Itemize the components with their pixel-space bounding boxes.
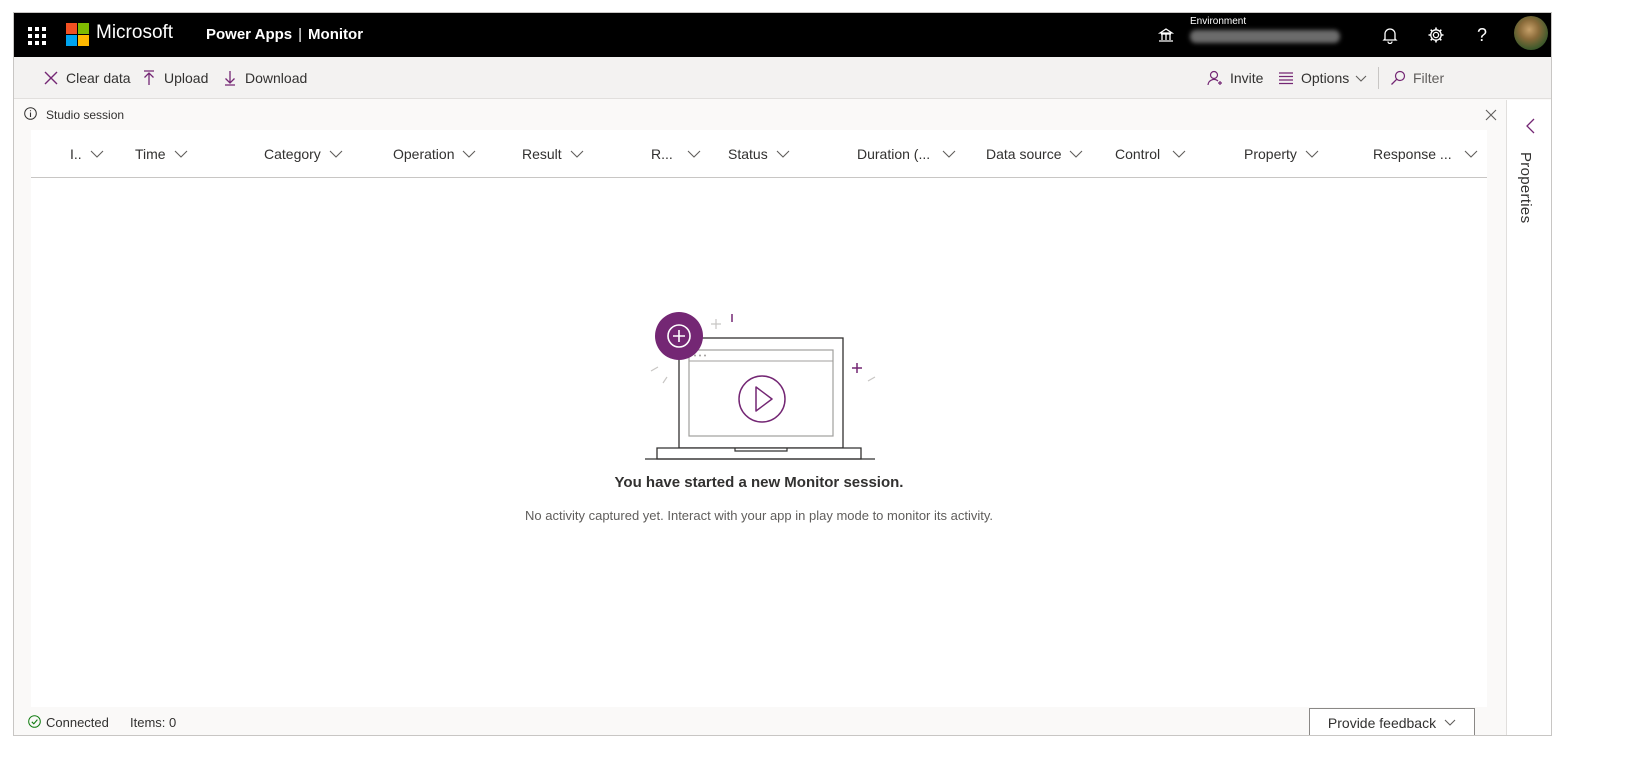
column-label: I.. [70, 146, 82, 162]
column-header-status[interactable]: Status [728, 130, 790, 178]
chevron-down-icon [463, 150, 476, 158]
column-header-row: I.. Time Category Operation Result R... … [31, 130, 1487, 178]
invite-label: Invite [1230, 70, 1264, 86]
download-button[interactable]: Download [221, 57, 307, 99]
chevron-down-icon [1464, 150, 1477, 158]
chevron-down-icon [1070, 150, 1083, 158]
monitor-grid: I.. Time Category Operation Result R... … [31, 130, 1487, 707]
connection-status: Connected [46, 715, 109, 730]
chevron-down-icon [570, 150, 584, 158]
environment-name-redacted[interactable] [1190, 30, 1340, 43]
status-bar: Connected Items: 0 Provide feedback [14, 707, 1506, 735]
properties-pane: Properties [1506, 100, 1551, 735]
options-label: Options [1301, 70, 1350, 86]
command-bar: Clear data Upload Download Invite Option… [14, 57, 1551, 99]
session-bar: Studio session [14, 100, 1506, 130]
column-header-time[interactable]: Time [135, 130, 188, 178]
app-name[interactable]: Power Apps [206, 26, 292, 43]
info-icon [24, 107, 37, 120]
chevron-down-icon [1444, 719, 1456, 726]
chevron-down-icon [687, 150, 701, 158]
close-session-icon[interactable] [1484, 108, 1498, 122]
column-header-property[interactable]: Property [1244, 130, 1319, 178]
download-icon [221, 69, 239, 87]
add-person-icon [1206, 69, 1224, 87]
chevron-down-icon [174, 150, 187, 158]
new-session-illustration [645, 312, 876, 460]
column-label: Operation [393, 146, 455, 162]
empty-state-subtitle: No activity captured yet. Interact with … [525, 508, 993, 523]
waffle-icon[interactable] [26, 25, 46, 45]
provide-feedback-button[interactable]: Provide feedback [1309, 708, 1475, 735]
chevron-down-icon [776, 150, 790, 158]
gear-icon[interactable] [1424, 23, 1448, 47]
column-label: Time [135, 146, 166, 162]
feedback-label: Provide feedback [1327, 714, 1437, 731]
upload-button[interactable]: Upload [140, 57, 208, 99]
download-label: Download [245, 70, 308, 86]
help-icon[interactable]: ? [1470, 23, 1494, 47]
column-header-result[interactable]: Result [522, 130, 584, 178]
command-separator [1378, 67, 1379, 89]
upload-label: Upload [164, 70, 209, 86]
column-label: Data source [986, 146, 1062, 162]
chevron-down-icon [1305, 150, 1319, 158]
column-header-id[interactable]: I.. [70, 130, 104, 178]
chevron-down-icon [1355, 75, 1367, 82]
column-header-result-info[interactable]: R... [651, 130, 701, 178]
items-count: Items: 0 [130, 715, 177, 730]
column-label: Category [264, 146, 321, 162]
brand-name: Microsoft [96, 22, 174, 43]
chevron-down-icon [1172, 150, 1186, 158]
chevron-left-icon[interactable] [1524, 118, 1536, 134]
upload-icon [140, 69, 158, 87]
chevron-down-icon [942, 150, 956, 158]
page-name: Monitor [308, 26, 364, 43]
bell-icon[interactable] [1378, 23, 1402, 47]
search-icon [1389, 69, 1407, 87]
chevron-down-icon [90, 150, 104, 158]
options-lines-icon [1277, 69, 1295, 87]
invite-button[interactable]: Invite [1206, 57, 1263, 99]
environment-icon[interactable] [1156, 25, 1176, 45]
empty-state-title: You have started a new Monitor session. [614, 474, 904, 491]
app-title: Power Apps | Monitor [206, 26, 363, 43]
column-label: Control [1115, 146, 1161, 162]
column-header-operation[interactable]: Operation [393, 130, 476, 178]
clear-data-button[interactable]: Clear data [42, 57, 131, 99]
column-header-data-source[interactable]: Data source [986, 130, 1083, 178]
clear-data-label: Clear data [66, 70, 131, 86]
filter-button[interactable]: Filter [1389, 57, 1444, 99]
column-label: Duration (... [857, 146, 931, 162]
avatar[interactable] [1514, 16, 1548, 50]
column-label: Result [522, 146, 562, 162]
session-label: Studio session [46, 108, 125, 122]
column-header-duration[interactable]: Duration (... [857, 130, 956, 178]
column-header-control[interactable]: Control [1115, 130, 1186, 178]
column-header-response[interactable]: Response ... [1373, 130, 1478, 178]
column-label: Response ... [1373, 146, 1452, 162]
options-dropdown[interactable]: Options [1277, 57, 1367, 99]
column-label: Status [728, 146, 768, 162]
filter-label: Filter [1413, 70, 1445, 86]
properties-label[interactable]: Properties [1517, 152, 1534, 223]
column-header-category[interactable]: Category [264, 130, 343, 178]
close-icon [42, 69, 60, 87]
microsoft-logo-icon [66, 23, 89, 46]
column-label: R... [651, 146, 673, 162]
environment-label: Environment [1190, 16, 1247, 27]
chevron-down-icon [329, 150, 343, 158]
top-bar: Microsoft Power Apps | Monitor Environment… [14, 13, 1551, 57]
title-separator: | [298, 26, 303, 43]
monitor-window: Microsoft Power Apps | Monitor Environment… [13, 12, 1552, 736]
column-label: Property [1244, 146, 1297, 162]
check-circle-icon [28, 715, 41, 728]
